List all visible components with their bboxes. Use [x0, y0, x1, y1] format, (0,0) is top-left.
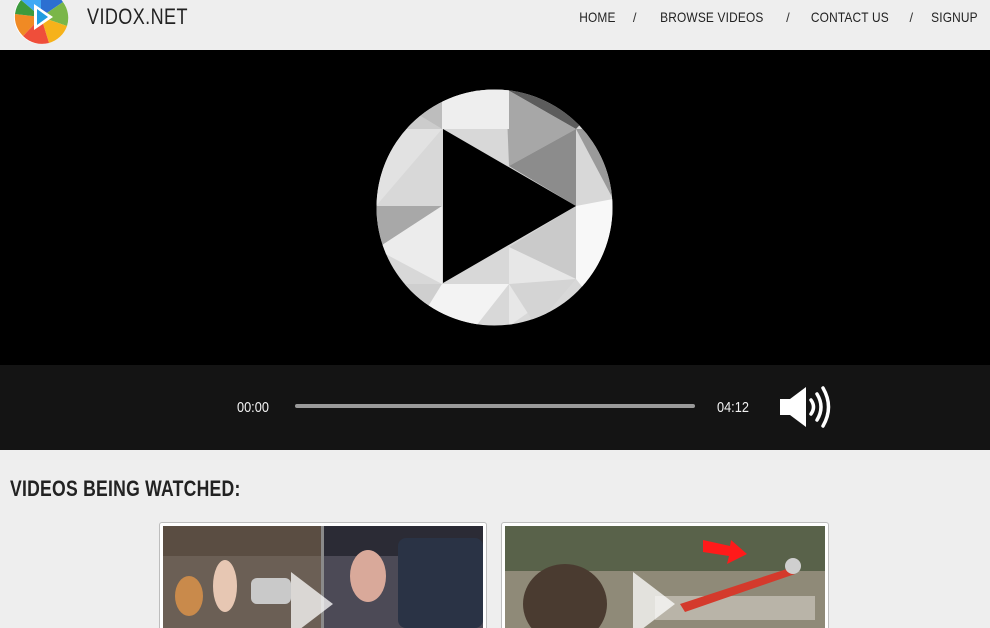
site-header: VIDOX.NET HOME / BROWSE VIDEOS / CONTACT…: [0, 0, 990, 50]
main-nav: HOME / BROWSE VIDEOS / CONTACT US / SIGN…: [576, 9, 982, 25]
nav-separator: /: [909, 9, 914, 25]
video-thumbnail[interactable]: [501, 522, 829, 628]
nav-separator: /: [786, 9, 790, 25]
thumbnail-image-art: [163, 526, 483, 628]
player-controls: 00:00 04:12: [0, 365, 990, 450]
nav-browse-videos[interactable]: BROWSE VIDEOS: [660, 9, 763, 25]
video-player[interactable]: [0, 50, 990, 365]
current-time: 00:00: [237, 399, 269, 416]
progress-bar[interactable]: [295, 404, 695, 408]
volume-icon[interactable]: [778, 385, 834, 429]
duration: 04:12: [717, 399, 749, 416]
brand-name[interactable]: VIDOX.NET: [87, 4, 188, 30]
nav-home[interactable]: HOME: [579, 9, 615, 25]
nav-separator: /: [632, 9, 637, 25]
vidox-logo-icon[interactable]: [13, 0, 69, 46]
nav-signup[interactable]: SIGNUP: [931, 9, 978, 25]
video-thumbnail[interactable]: [159, 522, 487, 628]
thumbnail-image-art: [505, 526, 825, 628]
section-title: VIDEOS BEING WATCHED:: [10, 476, 241, 501]
play-icon[interactable]: [376, 89, 613, 326]
thumbnail-image: [163, 526, 483, 628]
nav-contact-us[interactable]: CONTACT US: [811, 9, 889, 25]
thumbnail-image: [505, 526, 825, 628]
